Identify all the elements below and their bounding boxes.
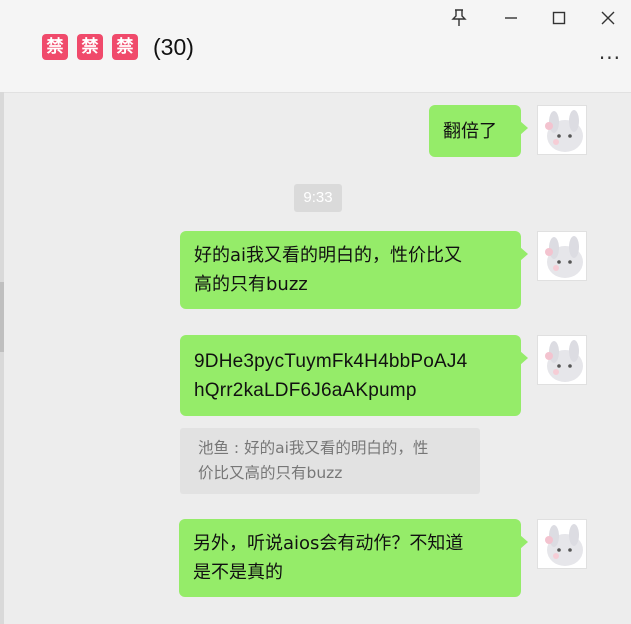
message-text: 高的只有buzz (194, 274, 308, 295)
avatar-image (545, 524, 583, 566)
avatar[interactable] (537, 231, 587, 281)
quote-text: 价比又高的只有buzz (198, 464, 343, 482)
avatar[interactable] (537, 519, 587, 569)
minimize-icon[interactable] (500, 8, 522, 34)
message-bubble[interactable]: 翻倍了 (429, 105, 528, 157)
message-bubble[interactable]: 9DHe3pycTuymFk4H4bbPoAJ4 hQrr2kaLDF6J6aA… (180, 335, 528, 416)
message-text: 9DHe3pycTuymFk4H4bbPoAJ4 (194, 350, 468, 372)
avatar[interactable] (537, 335, 587, 385)
title-tag: 禁 (42, 34, 68, 60)
message-text: 是不是真的 (193, 562, 283, 583)
title-tag: 禁 (112, 34, 138, 60)
avatar-image (545, 236, 583, 278)
member-count: (30) (153, 33, 194, 60)
avatar[interactable] (537, 105, 587, 155)
message-bubble[interactable]: 好的ai我又看的明白的，性价比又 高的只有buzz (180, 231, 528, 309)
message-bubble[interactable]: 另外，听说aios会有动作？不知道 是不是真的 (179, 519, 528, 597)
pin-icon-glyph (451, 9, 467, 26)
message-text: hQrr2kaLDF6J6aAKpump (194, 379, 417, 401)
message-text: 翻倍了 (443, 120, 497, 142)
title-tag: 禁 (77, 34, 103, 60)
close-icon-glyph (601, 11, 615, 25)
maximize-icon[interactable] (548, 8, 570, 34)
pin-icon[interactable] (448, 8, 470, 34)
more-options-button[interactable]: ··· (599, 46, 621, 70)
chat-header: 禁 禁 禁 (30) ··· (0, 0, 631, 93)
message-text: 好的ai我又看的明白的，性价比又 (194, 245, 463, 266)
timestamp: 9:33 (294, 184, 342, 212)
minimize-icon-glyph (505, 17, 517, 19)
message-text: 另外，听说aios会有动作？不知道 (193, 533, 464, 554)
avatar-image (545, 340, 583, 382)
quote-text: 池鱼 : 好的ai我又看的明白的，性 (198, 439, 429, 457)
left-panel-edge (0, 92, 4, 624)
scrollbar-thumb[interactable] (0, 282, 4, 352)
chat-title: 禁 禁 禁 (30) (42, 30, 194, 64)
close-icon[interactable] (597, 8, 619, 34)
avatar-image (545, 110, 583, 152)
maximize-icon-glyph (552, 11, 566, 25)
quoted-message[interactable]: 池鱼 : 好的ai我又看的明白的，性 价比又高的只有buzz (180, 428, 480, 494)
